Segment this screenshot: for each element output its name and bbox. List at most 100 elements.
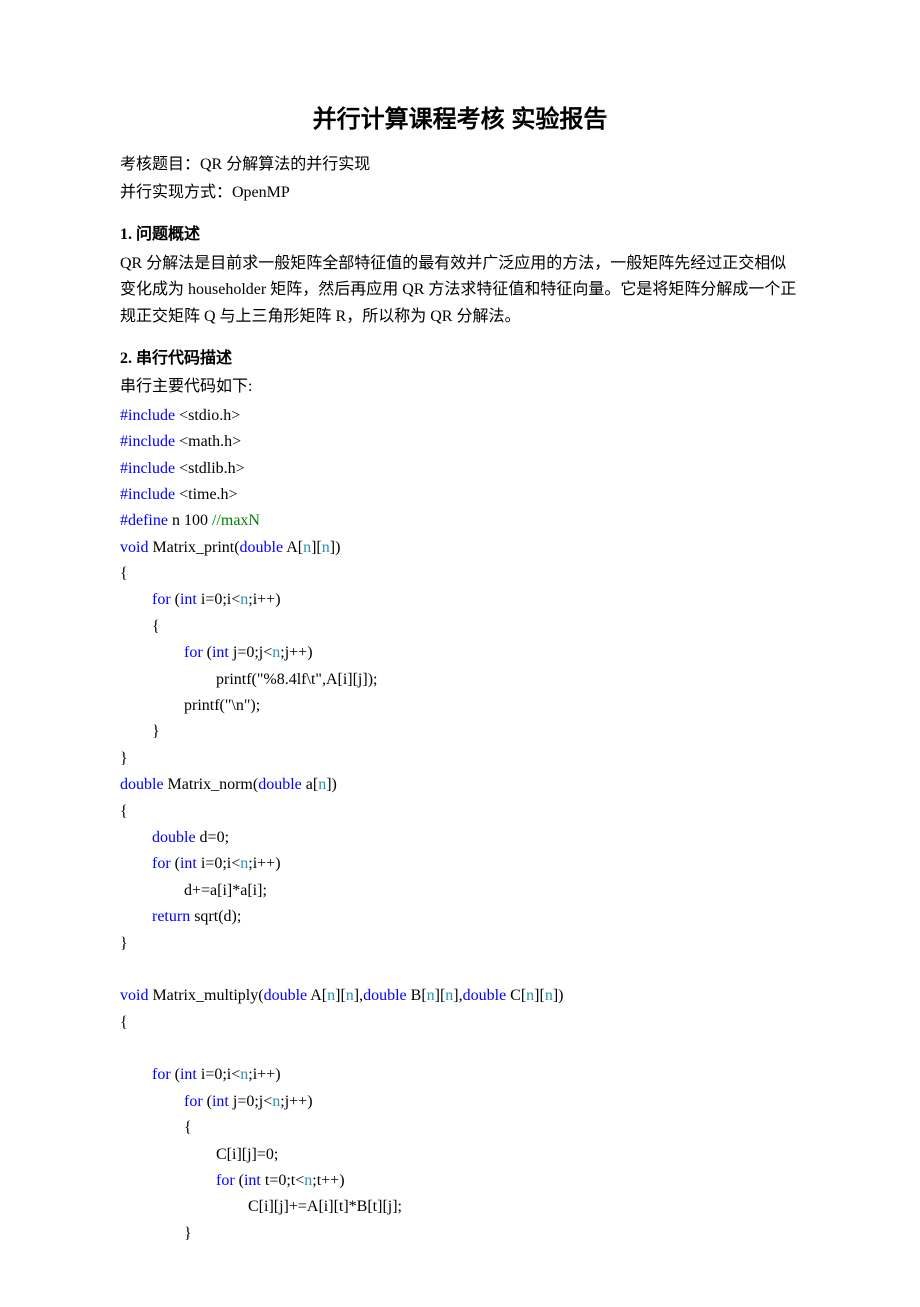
code-text: <math.h> bbox=[175, 433, 241, 450]
code-text: ;i++) bbox=[248, 855, 280, 872]
code-text: } bbox=[120, 750, 128, 767]
code-text: ][ bbox=[435, 987, 446, 1004]
code-text: Matrix_multiply( bbox=[148, 987, 263, 1004]
code-text: d=0; bbox=[196, 829, 229, 846]
code-text: ( bbox=[171, 591, 180, 608]
code-keyword: double bbox=[240, 539, 284, 556]
code-text: j=0;j< bbox=[229, 1093, 272, 1110]
code-keyword: double bbox=[120, 829, 196, 846]
code-keyword: double bbox=[120, 776, 164, 793]
code-text: i=0;i< bbox=[197, 591, 240, 608]
code-keyword: double bbox=[363, 987, 407, 1004]
code-keyword: return bbox=[120, 908, 190, 925]
document-title: 并行计算课程考核 实验报告 bbox=[120, 100, 800, 140]
section-1-body: QR 分解法是目前求一般矩阵全部特征值的最有效并广泛应用的方法，一般矩阵先经过正… bbox=[120, 251, 800, 330]
code-text: <stdlib.h> bbox=[175, 460, 245, 477]
code-text: ( bbox=[203, 1093, 212, 1110]
code-keyword: for bbox=[120, 1066, 171, 1083]
code-keyword: void bbox=[120, 987, 148, 1004]
code-text: ( bbox=[203, 644, 212, 661]
code-include: #include bbox=[120, 433, 175, 450]
meta-topic: 考核题目：QR 分解算法的并行实现 bbox=[120, 152, 800, 178]
code-text: i=0;i< bbox=[197, 1066, 240, 1083]
code-keyword: int bbox=[244, 1172, 261, 1189]
code-block: #include <stdio.h> #include <math.h> #in… bbox=[120, 403, 800, 1248]
code-keyword: for bbox=[120, 1093, 203, 1110]
meta-method: 并行实现方式：OpenMP bbox=[120, 180, 800, 206]
code-text: Matrix_norm( bbox=[164, 776, 259, 793]
code-text: A[ bbox=[283, 539, 303, 556]
code-text: } bbox=[120, 1225, 192, 1242]
code-keyword: int bbox=[180, 1066, 197, 1083]
code-text: ;j++) bbox=[280, 1093, 312, 1110]
code-text: ][ bbox=[335, 987, 346, 1004]
code-text: A[ bbox=[307, 987, 327, 1004]
code-text: { bbox=[120, 803, 128, 820]
code-text: C[ bbox=[506, 987, 526, 1004]
code-keyword: double bbox=[463, 987, 507, 1004]
code-text: B[ bbox=[407, 987, 427, 1004]
code-text: ;i++) bbox=[248, 1066, 280, 1083]
code-text: ;t++) bbox=[312, 1172, 344, 1189]
code-text: ); bbox=[250, 697, 260, 714]
code-keyword: void bbox=[120, 539, 148, 556]
code-macro: n bbox=[545, 987, 553, 1004]
code-text: sqrt(d); bbox=[190, 908, 241, 925]
code-text: Matrix_print( bbox=[148, 539, 239, 556]
code-keyword: for bbox=[120, 591, 171, 608]
code-text: <time.h> bbox=[175, 486, 237, 503]
code-keyword: double bbox=[264, 987, 308, 1004]
code-macro: n bbox=[322, 539, 330, 556]
code-macro: n bbox=[327, 987, 335, 1004]
code-text: d+=a[i]*a[i]; bbox=[120, 882, 267, 899]
code-text: C[i][j]+=A[i][t]*B[t][j]; bbox=[120, 1198, 402, 1215]
code-text: { bbox=[120, 618, 160, 635]
code-text: ]) bbox=[330, 539, 341, 556]
code-text: ;j++) bbox=[280, 644, 312, 661]
code-keyword: double bbox=[258, 776, 302, 793]
code-comment: //maxN bbox=[212, 512, 260, 529]
section-2-heading: 2. 串行代码描述 bbox=[120, 346, 800, 372]
code-macro: n bbox=[318, 776, 326, 793]
code-keyword: int bbox=[180, 855, 197, 872]
code-text: a[ bbox=[302, 776, 318, 793]
code-text: ,A[i][j]); bbox=[322, 671, 378, 688]
code-macro: n bbox=[526, 987, 534, 1004]
code-text: { bbox=[120, 1119, 192, 1136]
section-2-intro: 串行主要代码如下: bbox=[120, 374, 800, 400]
code-text: ], bbox=[354, 987, 363, 1004]
code-macro: n bbox=[303, 539, 311, 556]
code-text: { bbox=[120, 1014, 128, 1031]
code-text: C[i][j]=0; bbox=[120, 1146, 278, 1163]
code-text: printf( bbox=[120, 697, 225, 714]
code-text: j=0;j< bbox=[229, 644, 272, 661]
code-text: } bbox=[120, 723, 160, 740]
code-text: { bbox=[120, 565, 128, 582]
code-keyword: for bbox=[120, 644, 203, 661]
code-text: } bbox=[120, 935, 128, 952]
code-text: n 100 bbox=[168, 512, 212, 529]
code-macro: n bbox=[346, 987, 354, 1004]
code-text: ][ bbox=[534, 987, 545, 1004]
code-text: ], bbox=[453, 987, 462, 1004]
code-string: "%8.4lf\t" bbox=[257, 671, 322, 688]
code-include: #include bbox=[120, 486, 175, 503]
code-keyword: for bbox=[120, 1172, 235, 1189]
code-text: ( bbox=[171, 1066, 180, 1083]
code-include: #include bbox=[120, 460, 175, 477]
code-text: ]) bbox=[326, 776, 337, 793]
code-macro: n bbox=[427, 987, 435, 1004]
code-text: ]) bbox=[553, 987, 564, 1004]
code-string: "\n" bbox=[225, 697, 251, 714]
code-text: ][ bbox=[311, 539, 322, 556]
code-text: printf( bbox=[120, 671, 257, 688]
code-keyword: int bbox=[180, 591, 197, 608]
code-text: ( bbox=[235, 1172, 244, 1189]
code-keyword: int bbox=[212, 1093, 229, 1110]
code-text: ;i++) bbox=[248, 591, 280, 608]
code-define: #define bbox=[120, 512, 168, 529]
code-include: #include bbox=[120, 407, 175, 424]
code-text: t=0;t< bbox=[261, 1172, 304, 1189]
code-text: ( bbox=[171, 855, 180, 872]
section-1-heading: 1. 问题概述 bbox=[120, 222, 800, 248]
